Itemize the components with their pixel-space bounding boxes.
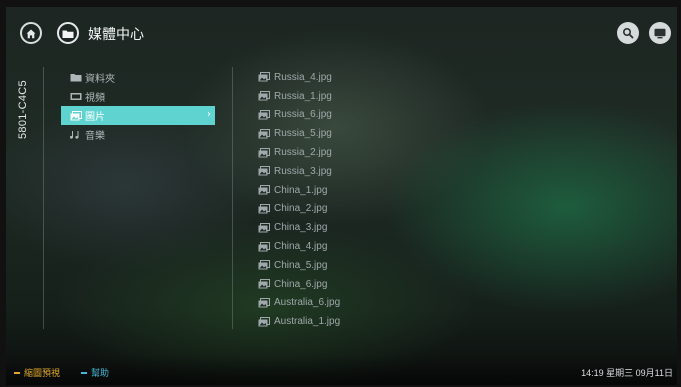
menu-item-label: 視頻	[85, 93, 105, 104]
file-name: China_3.jpg	[274, 222, 328, 234]
top-bar: 媒體中心	[6, 7, 677, 59]
device-label: 5801-C4C5	[17, 80, 29, 139]
picture-icon	[258, 91, 270, 101]
picture-icon	[258, 72, 270, 82]
file-list-item[interactable]: China_3.jpg	[258, 218, 458, 237]
tv-button[interactable]	[649, 22, 671, 44]
file-name: Russia_1.jpg	[274, 90, 332, 102]
file-list-item[interactable]: Russia_4.jpg	[258, 68, 458, 87]
file-list-item[interactable]: China_5.jpg	[258, 256, 458, 275]
file-list-item[interactable]: Australia_1.jpg	[258, 312, 458, 331]
file-name: Russia_2.jpg	[274, 147, 332, 159]
home-button[interactable]	[20, 22, 42, 44]
file-list-item[interactable]: Australia_6.jpg	[258, 294, 458, 313]
file-name: China_2.jpg	[274, 203, 328, 215]
media-folder-button[interactable]	[57, 22, 79, 44]
picture-icon	[258, 260, 270, 270]
file-name: China_1.jpg	[274, 184, 328, 196]
video-icon	[69, 92, 82, 102]
file-list: Russia_4.jpg Russia_1.jpg Russia_6.jpg Russ…	[258, 68, 458, 331]
folder-icon	[62, 24, 74, 43]
file-list-item[interactable]: China_1.jpg	[258, 181, 458, 200]
hint-thumbnail-preview[interactable]: 縮圖預視	[14, 366, 60, 379]
file-list-item[interactable]: Russia_1.jpg	[258, 87, 458, 106]
menu-item-label: 圖片	[85, 112, 105, 123]
picture-icon	[258, 109, 270, 120]
divider-middle	[232, 67, 233, 329]
file-name: Australia_6.jpg	[274, 297, 341, 309]
yellow-key-icon	[14, 371, 20, 374]
picture-icon	[69, 110, 82, 121]
divider-left	[43, 67, 44, 329]
picture-icon	[258, 241, 270, 252]
picture-icon	[258, 203, 270, 214]
file-list-item[interactable]: Russia_2.jpg	[258, 143, 458, 162]
file-name: China_4.jpg	[274, 241, 328, 253]
picture-icon	[258, 222, 270, 233]
file-name: Russia_4.jpg	[274, 71, 332, 83]
picture-icon	[258, 297, 270, 308]
page-title: 媒體中心	[88, 27, 144, 43]
file-name: Russia_3.jpg	[274, 165, 332, 177]
picture-icon	[258, 185, 270, 195]
menu-item-pictures[interactable]: 圖片 ›	[61, 106, 215, 125]
file-name: Australia_1.jpg	[274, 316, 341, 328]
tv-icon	[654, 24, 666, 43]
music-icon	[69, 130, 82, 140]
clock: 14:19 星期三 09月11日	[581, 368, 673, 378]
file-list-item[interactable]: Russia_6.jpg	[258, 106, 458, 125]
file-name: China_6.jpg	[274, 278, 328, 290]
menu-item-videos[interactable]: 視頻	[61, 87, 215, 106]
picture-icon	[258, 279, 270, 289]
blue-key-icon	[81, 371, 87, 374]
file-list-item[interactable]: China_4.jpg	[258, 237, 458, 256]
file-list-item[interactable]: Russia_3.jpg	[258, 162, 458, 181]
search-icon	[622, 24, 634, 43]
home-icon	[26, 24, 36, 43]
search-button[interactable]	[617, 22, 639, 44]
hint-label: 幫助	[91, 369, 110, 379]
menu-item-music[interactable]: 音樂	[61, 125, 215, 144]
file-list-item[interactable]: China_6.jpg	[258, 275, 458, 294]
chevron-right-icon: ›	[207, 109, 211, 120]
menu-item-folders[interactable]: 資料夾	[61, 68, 215, 87]
hint-label: 縮圖預視	[24, 369, 61, 379]
file-name: China_5.jpg	[274, 259, 328, 271]
picture-icon	[258, 147, 270, 158]
picture-icon	[258, 128, 270, 139]
menu-item-label: 音樂	[85, 131, 105, 142]
media-center-screen: 媒體中心 5801-C4C5 資料夾 視頻 圖片 › 音樂 Russia_4.j…	[6, 7, 677, 385]
file-name: Russia_6.jpg	[274, 109, 332, 121]
hint-help[interactable]: 幫助	[81, 366, 109, 379]
picture-icon	[258, 316, 270, 327]
file-name: Russia_5.jpg	[274, 128, 332, 140]
folder-icon	[69, 73, 82, 83]
category-menu: 資料夾 視頻 圖片 › 音樂	[61, 68, 215, 144]
file-list-item[interactable]: China_2.jpg	[258, 200, 458, 219]
file-list-item[interactable]: Russia_5.jpg	[258, 124, 458, 143]
menu-item-label: 資料夾	[85, 74, 115, 85]
picture-icon	[258, 166, 270, 176]
